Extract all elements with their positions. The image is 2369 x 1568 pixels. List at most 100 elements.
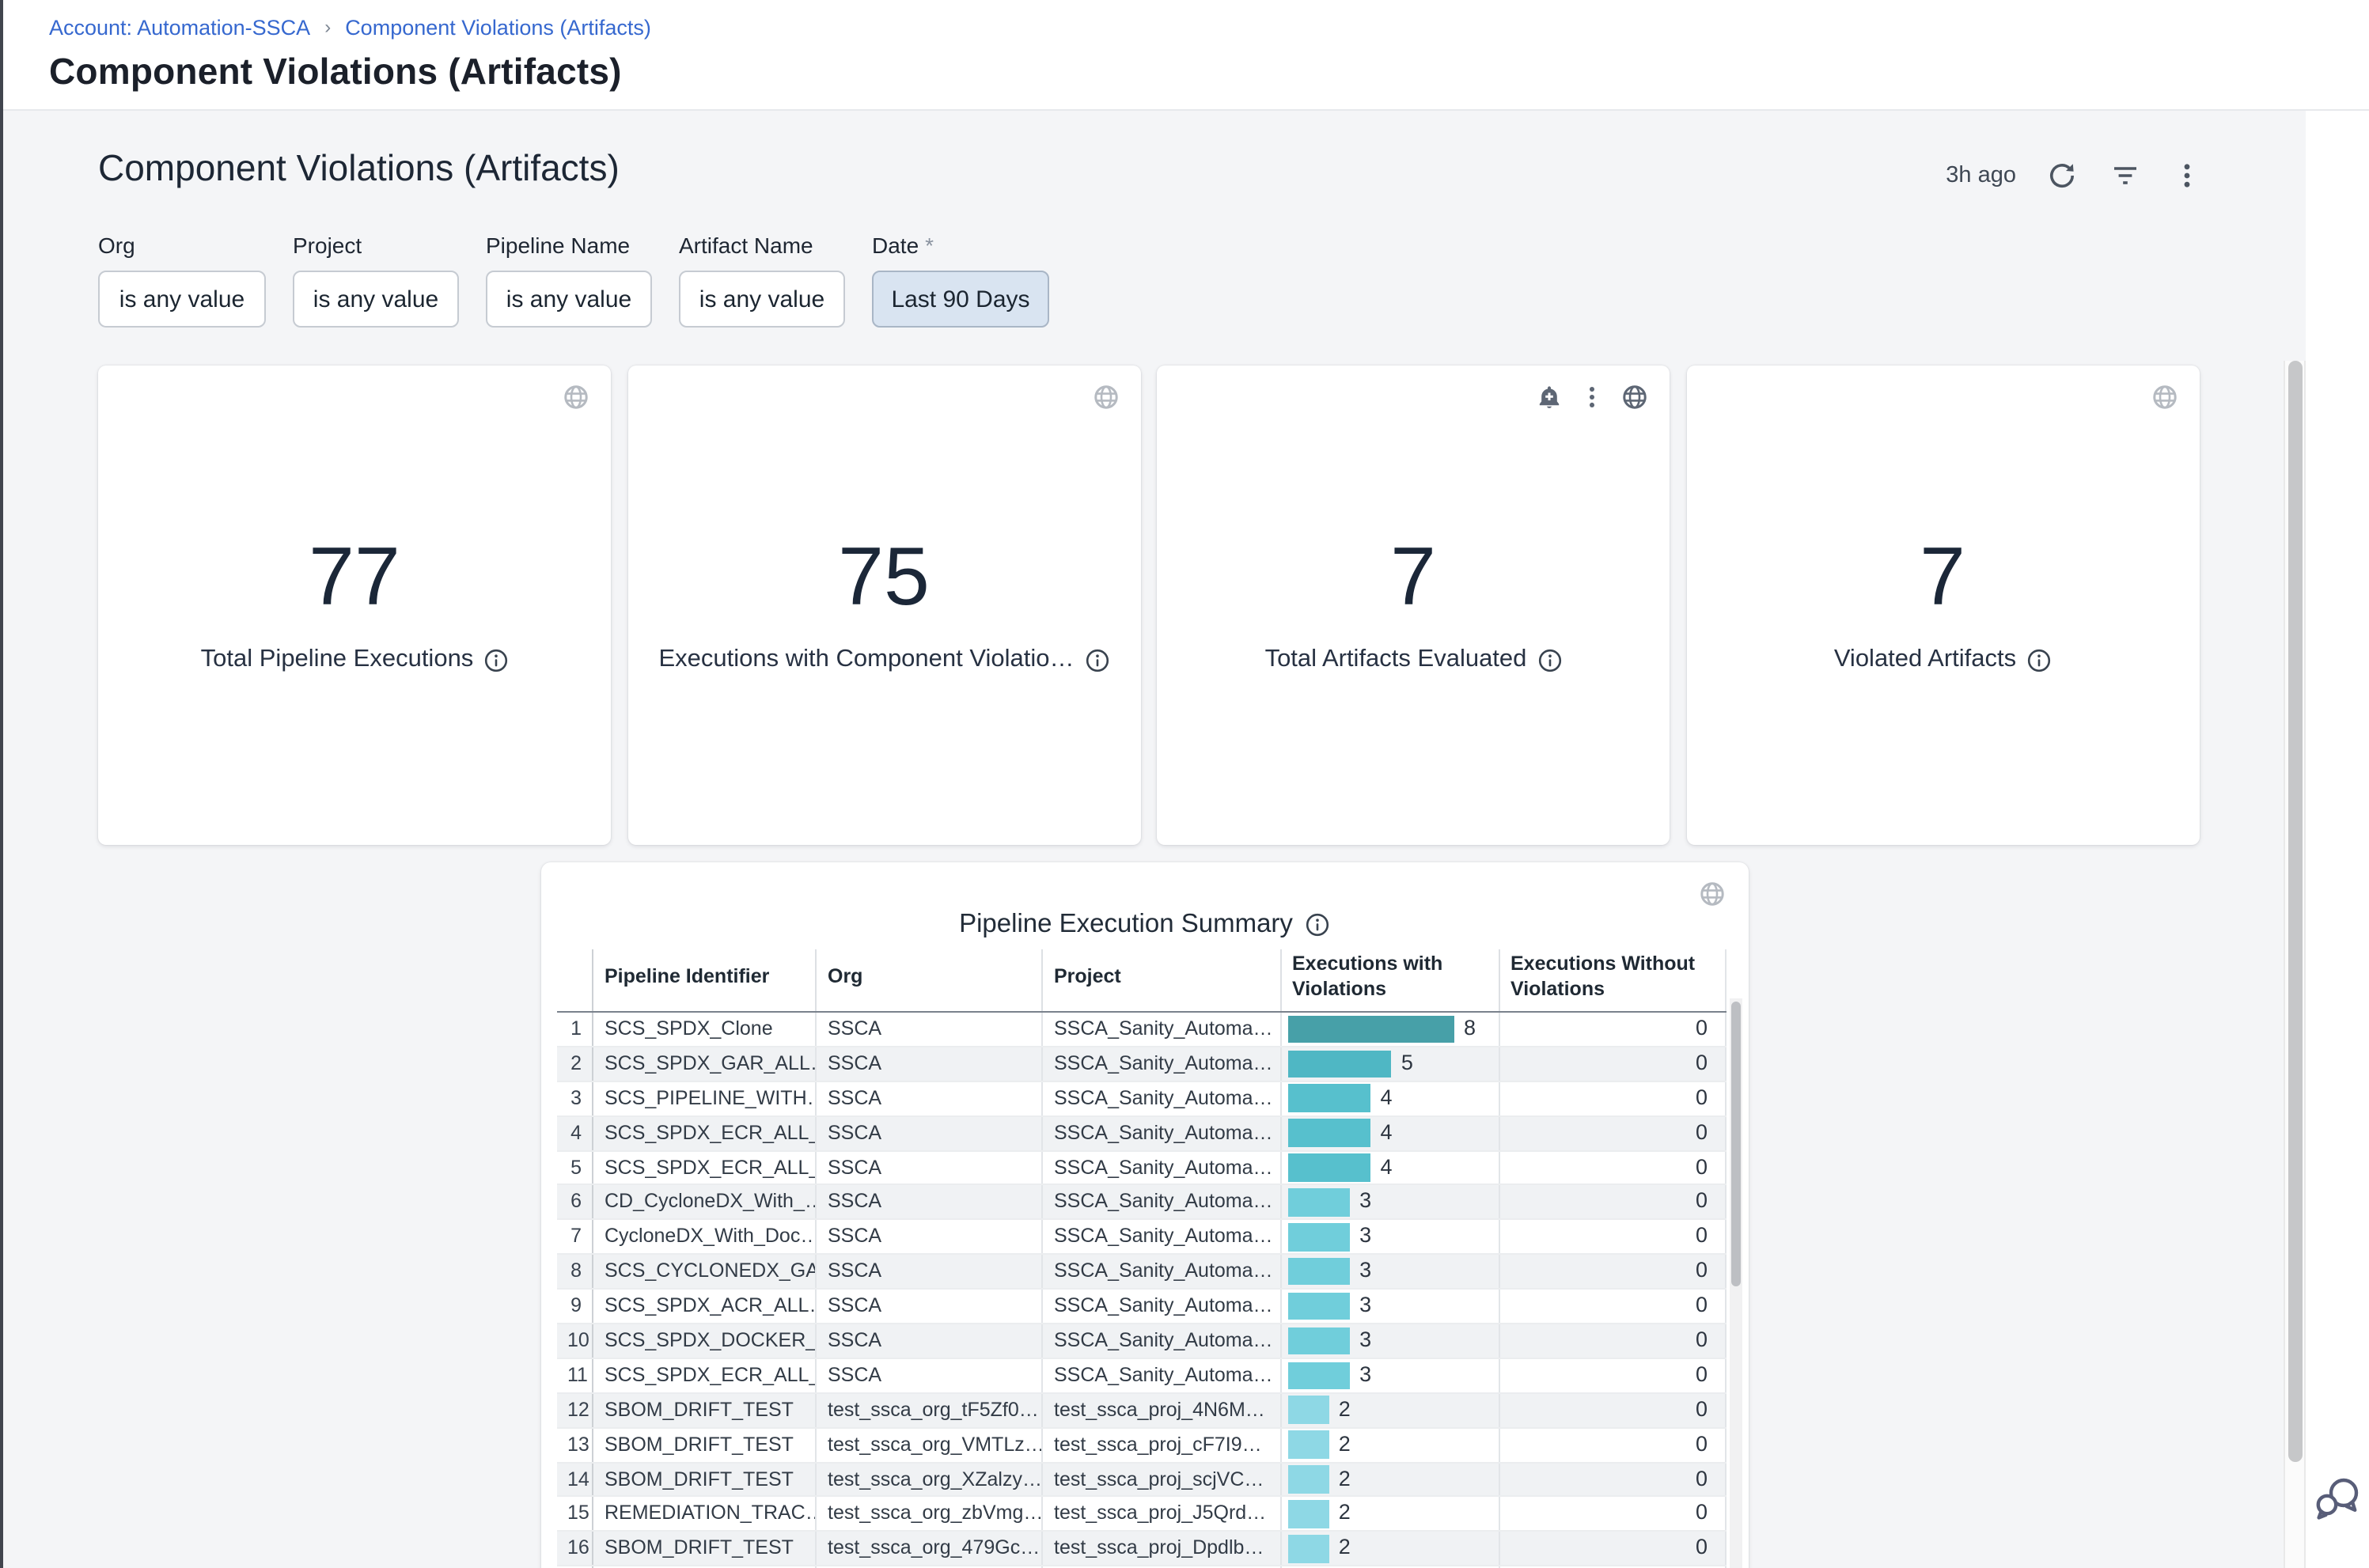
column-header-project[interactable]: Project: [1043, 949, 1281, 1011]
violations-bar[interactable]: [1287, 1223, 1350, 1251]
info-icon[interactable]: [484, 648, 508, 672]
violations-bar[interactable]: [1287, 1119, 1371, 1147]
info-icon[interactable]: [1086, 648, 1109, 672]
table-row[interactable]: 16SBOM_DRIFT_TESTtest_ssca_org_479Gc…tes…: [556, 1532, 1726, 1567]
table-row[interactable]: 10SCS_SPDX_DOCKER_…SSCASSCA_Sanity_Autom…: [556, 1324, 1726, 1359]
cell-org: SSCA: [817, 1116, 1043, 1149]
violations-bar[interactable]: [1287, 1258, 1350, 1286]
filter-value-button[interactable]: is any value: [679, 271, 845, 328]
page-title: Component Violations (Artifacts): [49, 51, 2369, 93]
filter-bar: Orgis any valueProjectis any valuePipeli…: [98, 233, 1049, 328]
column-header-org[interactable]: Org: [817, 949, 1043, 1011]
table-row[interactable]: 1SCS_SPDX_CloneSSCASSCA_Sanity_Automa…80: [556, 1013, 1726, 1047]
stat-label-row: Executions with Component Violatio…: [659, 646, 1109, 674]
stat-tiles: 77Total Pipeline Executions75Executions …: [98, 365, 2199, 845]
table-row[interactable]: 9SCS_SPDX_ACR_ALL…SSCASSCA_Sanity_Automa…: [556, 1290, 1726, 1324]
violations-bar[interactable]: [1287, 1396, 1329, 1424]
stat-value: 75: [838, 536, 930, 619]
cell-org: SSCA: [817, 1324, 1043, 1358]
cell-executions-with-violations: 4: [1281, 1082, 1499, 1115]
filter-label: Org: [98, 233, 266, 258]
dashboard-controls: 3h ago: [1946, 161, 2201, 190]
filter-label: Artifact Name: [679, 233, 845, 258]
filter-value-button[interactable]: is any value: [486, 271, 652, 328]
dashboard-page: Account: Automation-SSCA › Component Vio…: [0, 0, 2369, 1568]
filter-icon[interactable]: [2111, 161, 2140, 190]
cell-executions-with-violations: 8: [1281, 1013, 1499, 1046]
violations-bar[interactable]: [1287, 1050, 1392, 1078]
cell-executions-without-violations: 0: [1499, 1186, 1726, 1219]
info-icon[interactable]: [2027, 648, 2051, 672]
table-row[interactable]: 6CD_CycloneDX_With_…SSCASSCA_Sanity_Auto…: [556, 1186, 1726, 1221]
violations-bar[interactable]: [1287, 1466, 1329, 1494]
cell-executions-with-violations: 2: [1281, 1463, 1499, 1496]
table-row[interactable]: 7CycloneDX_With_Doc…SSCASSCA_Sanity_Auto…: [556, 1221, 1726, 1256]
cell-rownum: 7: [556, 1221, 593, 1254]
cell-project: SSCA_Sanity_Automa…: [1043, 1082, 1281, 1115]
filter-group-pipeline-name: Pipeline Nameis any value: [486, 233, 652, 328]
violations-bar-value: 8: [1464, 1013, 1476, 1046]
cell-rownum: 16: [556, 1532, 593, 1566]
table-row[interactable]: 13SBOM_DRIFT_TESTtest_ssca_org_VMTLz…tes…: [556, 1428, 1726, 1463]
cell-pipeline-identifier: CD_CycloneDX_With_…: [593, 1186, 817, 1219]
table-row[interactable]: 14SBOM_DRIFT_TESTtest_ssca_org_XZalzy…te…: [556, 1463, 1726, 1498]
column-header-withv[interactable]: Executions with Violations: [1281, 949, 1499, 1011]
cell-executions-without-violations: 0: [1499, 1013, 1726, 1046]
refresh-icon[interactable]: [2049, 161, 2078, 190]
cell-executions-with-violations: 4: [1281, 1151, 1499, 1184]
cell-pipeline-identifier: SCS_SPDX_GAR_ALL…: [593, 1047, 817, 1081]
filter-value-button[interactable]: is any value: [98, 271, 266, 328]
filter-label: Date*: [872, 233, 1049, 258]
cell-rownum: 13: [556, 1428, 593, 1461]
globe-icon[interactable]: [1699, 881, 1724, 907]
violations-bar[interactable]: [1287, 1535, 1329, 1562]
stat-label: Violated Artifacts: [1834, 646, 2016, 674]
violations-bar[interactable]: [1287, 1500, 1329, 1528]
table-row[interactable]: 3SCS_PIPELINE_WITH…SSCASSCA_Sanity_Autom…: [556, 1082, 1726, 1117]
stat-label-row: Total Pipeline Executions: [201, 646, 509, 674]
cell-executions-with-violations: 2: [1281, 1428, 1499, 1461]
info-icon[interactable]: [1537, 648, 1561, 672]
kebab-menu-icon[interactable]: [2173, 161, 2201, 190]
info-icon[interactable]: [1306, 913, 1329, 937]
chat-help-icon[interactable]: [2312, 1473, 2364, 1525]
violations-bar[interactable]: [1287, 1293, 1350, 1320]
cell-executions-without-violations: 0: [1499, 1359, 1726, 1392]
violations-bar[interactable]: [1287, 1015, 1454, 1043]
page-scrollbar-track[interactable]: [2283, 360, 2305, 1568]
violations-bar[interactable]: [1287, 1362, 1350, 1389]
page-scrollbar-thumb[interactable]: [2288, 360, 2302, 1461]
stat-tile-2: 75 Executions with Component Violatio…: [627, 365, 1140, 845]
cell-rownum: 14: [556, 1463, 593, 1496]
violations-bar-value: 4: [1381, 1116, 1393, 1149]
stat-label: Total Pipeline Executions: [201, 646, 474, 674]
table-row[interactable]: 8SCS_CYCLONEDX_GA…SSCASSCA_Sanity_Automa…: [556, 1255, 1726, 1290]
cell-pipeline-identifier: SCS_SPDX_ECR_ALL_…: [593, 1116, 817, 1149]
violations-bar[interactable]: [1287, 1431, 1329, 1459]
filter-value-button[interactable]: is any value: [293, 271, 459, 328]
cell-executions-without-violations: 0: [1499, 1116, 1726, 1149]
table-row[interactable]: 12SBOM_DRIFT_TESTtest_ssca_org_tF5Zf0…te…: [556, 1394, 1726, 1429]
violations-bar[interactable]: [1287, 1327, 1350, 1354]
table-row[interactable]: 15REMEDIATION_TRAC…test_ssca_org_zbVmg…t…: [556, 1498, 1726, 1532]
table-scrollbar-thumb[interactable]: [1730, 1002, 1740, 1286]
violations-bar[interactable]: [1287, 1154, 1371, 1182]
breadcrumb-dashboard-link[interactable]: Component Violations (Artifacts): [345, 16, 651, 40]
table-scrollbar-track[interactable]: [1729, 998, 1742, 1568]
stat-label-row: Total Artifacts Evaluated: [1265, 646, 1562, 674]
violations-bar[interactable]: [1287, 1085, 1371, 1112]
cell-org: test_ssca_org_zbVmg…: [817, 1498, 1043, 1531]
table-row[interactable]: 4SCS_SPDX_ECR_ALL_…SSCASSCA_Sanity_Autom…: [556, 1116, 1726, 1151]
violations-bar[interactable]: [1287, 1188, 1350, 1216]
filter-value-button[interactable]: Last 90 Days: [872, 271, 1049, 328]
table-row[interactable]: 11SCS_SPDX_ECR_ALL_…SSCASSCA_Sanity_Auto…: [556, 1359, 1726, 1394]
cell-project: SSCA_Sanity_Automa…: [1043, 1255, 1281, 1288]
breadcrumb-account-link[interactable]: Account: Automation-SSCA: [49, 16, 310, 40]
table-row[interactable]: 2SCS_SPDX_GAR_ALL…SSCASSCA_Sanity_Automa…: [556, 1047, 1726, 1082]
table-row[interactable]: 5SCS_SPDX_ECR_ALL_…SSCASSCA_Sanity_Autom…: [556, 1151, 1726, 1186]
stat-value: 7: [1920, 536, 1965, 619]
column-header-withoutv[interactable]: Executions Without Violations: [1499, 949, 1726, 1011]
app-header: Account: Automation-SSCA › Component Vio…: [0, 0, 2369, 111]
cell-executions-with-violations: 3: [1281, 1324, 1499, 1358]
column-header-pipeline[interactable]: Pipeline Identifier: [593, 949, 817, 1011]
